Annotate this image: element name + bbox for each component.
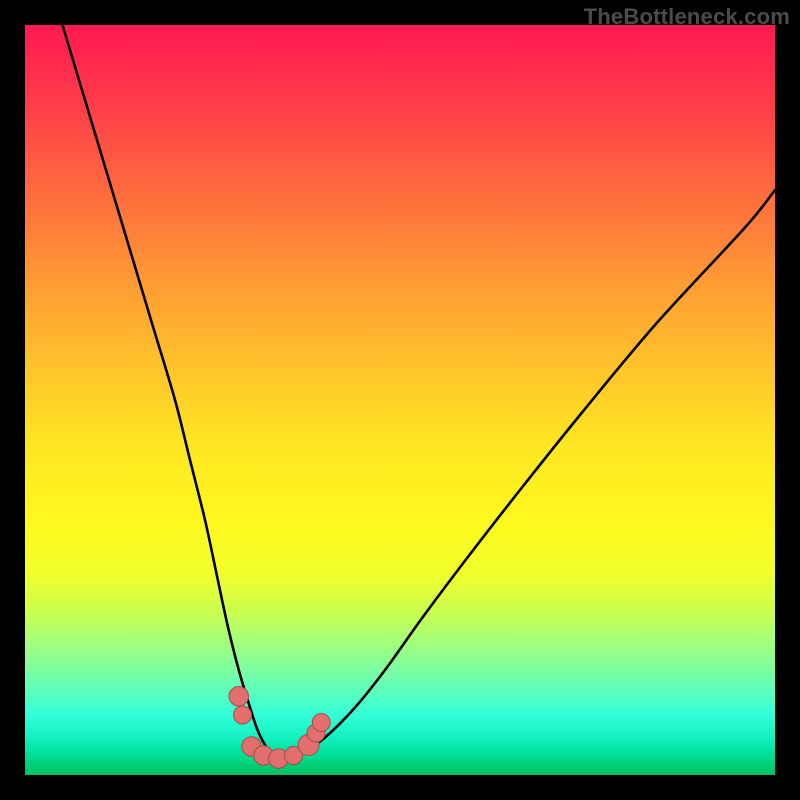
curve-marker [229,687,249,707]
curve-marker [234,706,252,724]
chart-frame: TheBottleneck.com [0,0,800,800]
chart-svg [25,25,775,775]
curve-marker [312,714,330,732]
watermark-text: TheBottleneck.com [584,4,790,30]
curve-markers [229,687,330,769]
bottleneck-curve [63,25,776,760]
